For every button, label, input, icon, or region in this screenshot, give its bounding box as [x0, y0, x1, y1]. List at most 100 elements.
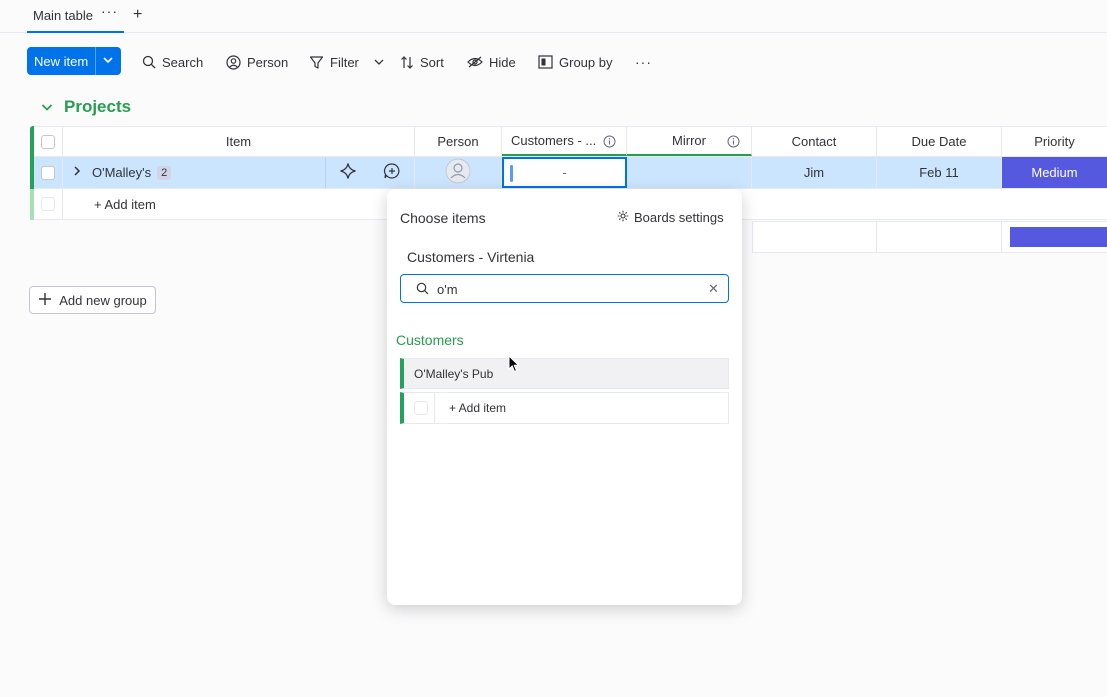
sort-icon: [400, 55, 414, 70]
group-by-label: Group by: [559, 54, 613, 70]
person-cell[interactable]: [415, 157, 502, 188]
expand-subitems-chevron-icon[interactable]: [71, 165, 83, 180]
text-caret: [510, 165, 513, 182]
customers-cell-editing[interactable]: -: [502, 157, 627, 188]
search-icon: [142, 55, 156, 69]
column-header-person[interactable]: Person: [415, 127, 502, 156]
chevron-down-icon[interactable]: [373, 56, 385, 68]
tab-label: Main table: [33, 8, 93, 23]
column-header-label: Due Date: [911, 134, 967, 149]
table-header: Item Person Customers - ... Mirror Conta…: [34, 126, 1107, 157]
select-all-checkbox[interactable]: [41, 134, 55, 149]
customers-value: -: [562, 165, 567, 180]
priority-summary-bar: [1010, 227, 1107, 247]
column-header-mirror[interactable]: Mirror: [627, 127, 752, 156]
popup-group-name: Customers: [396, 332, 464, 348]
item-name[interactable]: O'Malley's: [92, 165, 151, 180]
summary-contact-cell: [752, 222, 877, 252]
sort-button[interactable]: Sort: [400, 52, 444, 72]
person-icon: [226, 54, 241, 70]
add-item-checkbox: [41, 197, 55, 211]
column-header-label: Customers - ...: [511, 133, 597, 148]
ai-sparkle-icon[interactable]: [339, 162, 357, 183]
item-cell[interactable]: O'Malley's 2: [63, 157, 326, 188]
board-name: Customers - Virtenia: [407, 249, 535, 265]
info-icon[interactable]: [603, 135, 616, 151]
new-item-label: New item: [34, 54, 89, 69]
filter-button[interactable]: Filter: [309, 52, 385, 72]
hide-button[interactable]: Hide: [467, 52, 516, 72]
popup-search-input[interactable]: [437, 279, 697, 299]
mouse-cursor-icon: [508, 354, 520, 376]
search-button[interactable]: Search: [142, 52, 203, 72]
chevron-down-icon[interactable]: [101, 53, 115, 70]
column-header-contact[interactable]: Contact: [752, 127, 877, 156]
boards-settings-button[interactable]: Boards settings: [617, 210, 724, 225]
new-item-button[interactable]: New item: [27, 47, 121, 75]
row-select-cell: [34, 157, 63, 188]
person-filter-button[interactable]: Person: [226, 52, 288, 72]
popup-add-item-label[interactable]: + Add item: [449, 401, 506, 415]
collapse-group-chevron-icon[interactable]: [40, 100, 54, 117]
more-icon: ···: [635, 54, 652, 70]
group-by-button[interactable]: Group by: [538, 52, 612, 72]
popup-title: Choose items: [400, 210, 486, 226]
subitems-count-badge[interactable]: 2: [157, 165, 172, 180]
column-header-label: Person: [437, 134, 479, 149]
popup-add-item-divider: [434, 393, 435, 423]
group-by-icon: [538, 55, 553, 69]
search-result-label: O'Malley's Pub: [414, 367, 494, 381]
info-icon[interactable]: [727, 135, 740, 151]
boards-settings-label: Boards settings: [634, 210, 724, 225]
due-date-cell[interactable]: Feb 11: [877, 157, 1002, 188]
clear-search-icon[interactable]: ✕: [708, 281, 719, 297]
avatar-placeholder-icon[interactable]: [445, 158, 471, 187]
search-label: Search: [162, 54, 204, 70]
item-actions-cell: [326, 157, 415, 188]
add-new-group-button[interactable]: Add new group: [29, 286, 156, 314]
priority-value: Medium: [1031, 165, 1078, 180]
new-item-divider: [95, 47, 96, 75]
column-header-label: Priority: [1034, 134, 1075, 149]
column-header-label: Item: [225, 134, 252, 149]
add-item-label[interactable]: + Add item: [94, 197, 156, 212]
column-header-customers[interactable]: Customers - ...: [502, 127, 627, 156]
popup-add-item-row[interactable]: + Add item: [400, 392, 729, 424]
plus-icon: [38, 292, 52, 309]
filter-icon: [309, 55, 324, 70]
toolbar-more-button[interactable]: ···: [635, 52, 652, 72]
mirror-cell[interactable]: [627, 157, 752, 188]
column-header-label: Mirror: [672, 133, 706, 148]
add-update-icon[interactable]: [383, 162, 401, 183]
add-new-group-label: Add new group: [59, 292, 147, 308]
person-label: Person: [247, 54, 289, 70]
group-title[interactable]: Projects: [64, 97, 131, 117]
popup-add-item-checkbox: [414, 401, 428, 415]
due-date-value: Feb 11: [919, 165, 959, 180]
row-checkbox[interactable]: [41, 165, 55, 180]
table-row[interactable]: O'Malley's 2 - Jim Feb 11 Medium: [34, 157, 1107, 189]
gear-icon: [617, 210, 629, 225]
view-tabbar: Main table ··· +: [0, 0, 1107, 33]
choose-items-popup: Choose items Boards settings Customers -…: [387, 189, 742, 605]
filter-label: Filter: [330, 54, 359, 70]
column-header-priority[interactable]: Priority: [1002, 127, 1107, 156]
add-item-select-cell: [34, 189, 63, 219]
summary-due-date-cell: [877, 222, 1002, 252]
column-header-label: Contact: [791, 134, 837, 149]
add-view-button[interactable]: +: [133, 6, 142, 24]
tab-more-icon[interactable]: ···: [101, 3, 118, 19]
contact-value: Jim: [803, 165, 825, 180]
eye-slash-icon: [467, 55, 483, 69]
search-icon: [416, 282, 429, 298]
tab-main-table[interactable]: Main table ···: [27, 0, 124, 33]
search-result-item[interactable]: O'Malley's Pub: [400, 358, 729, 389]
sort-label: Sort: [420, 54, 444, 70]
column-header-due-date[interactable]: Due Date: [877, 127, 1002, 156]
priority-cell[interactable]: Medium: [1002, 157, 1107, 188]
contact-cell[interactable]: Jim: [752, 157, 877, 188]
popup-search-field[interactable]: ✕: [400, 274, 729, 303]
column-header-item[interactable]: Item: [63, 127, 415, 156]
select-all-cell: [34, 127, 63, 156]
hide-label: Hide: [489, 54, 516, 70]
